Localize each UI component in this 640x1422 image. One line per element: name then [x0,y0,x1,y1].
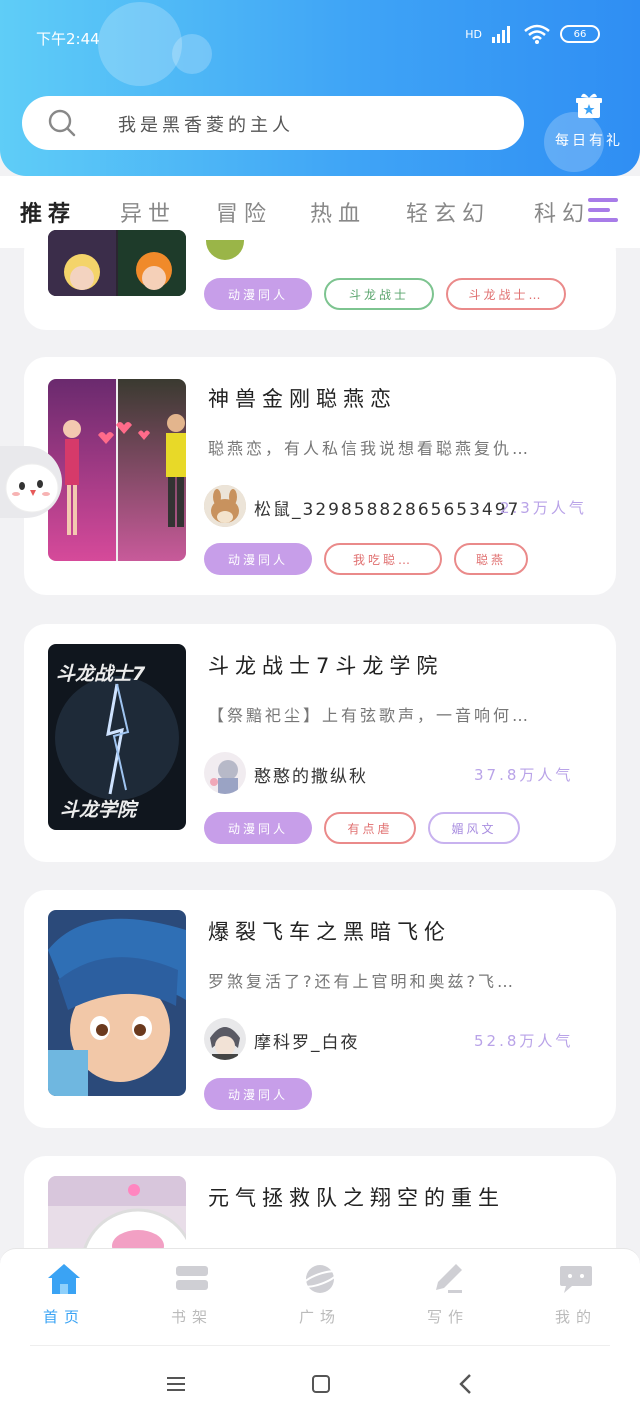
search-bar[interactable]: 我是黑香菱的主人 [22,96,524,150]
nav-label: 广场 [298,1308,341,1326]
cover-title-top: 斗龙战士7 [56,663,146,685]
story-card[interactable]: 动漫同人 斗龙战士 斗龙战士… [24,230,616,330]
tab-otherworld[interactable]: 异世 [120,196,176,228]
tag[interactable]: 我吃聪… [324,543,442,575]
status-time: 下午2:44 [36,30,100,48]
story-title: 爆裂飞车之黑暗飞伦 [208,920,451,944]
author-avatar [204,485,246,527]
daily-gift-button[interactable]: 每日有礼 [544,92,634,150]
tab-scifi[interactable]: 科幻 [534,196,590,228]
story-card[interactable]: 爆裂飞车之黑暗飞伦 罗煞复活了?还有上官明和奥兹?飞… 摩科罗_白夜 52.8万… [24,890,616,1128]
author-name: 憨憨的撒纵秋 [254,767,368,787]
story-cover [48,379,186,561]
story-cover [48,910,186,1096]
popularity: 52.8万人气 [474,1032,574,1050]
recents-icon[interactable] [166,1375,186,1393]
story-card[interactable]: 神兽金刚聪燕恋 聪燕恋，有人私信我说想看聪燕复仇… 松鼠_32985882865… [24,357,616,595]
bird-mascot-icon [5,463,59,513]
status-icons: HD 66 [465,24,600,44]
tag[interactable]: 斗龙战士 [324,278,434,310]
menu-icon[interactable] [586,196,620,224]
home-icon [48,1264,80,1294]
nav-mine[interactable]: 我的 [536,1262,616,1327]
pen-icon [436,1264,462,1293]
author-avatar [204,752,246,794]
decor-bubble [98,2,182,86]
author-avatar [204,1018,246,1060]
story-desc: 聪燕恋，有人私信我说想看聪燕复仇… [208,439,532,458]
story-desc: 【祭黯祀尘】上有弦歌声，一音响何… [208,706,532,725]
tab-light-fantasy[interactable]: 轻玄幻 [406,196,490,228]
story-card[interactable]: 斗龙战士7 斗龙学院 斗龙战士7斗龙学院 【祭黯祀尘】上有弦歌声，一音响何… 憨… [24,624,616,862]
popularity: 2.3万人气 [500,499,587,517]
story-title: 神兽金刚聪燕恋 [208,387,397,411]
header: 下午2:44 HD 66 我是黑香菱的主人 每日有礼 [0,0,640,176]
back-icon[interactable] [458,1373,474,1395]
signal-icon [492,26,510,43]
tag[interactable]: 动漫同人 [204,543,312,575]
nav-home[interactable]: 首页 [24,1262,104,1327]
tab-recommend[interactable]: 推荐 [20,196,76,228]
system-nav-bar [0,1348,640,1422]
nav-write[interactable]: 写作 [408,1262,488,1327]
story-cover: 斗龙战士7 斗龙学院 [48,644,186,830]
tag[interactable]: 有点虐 [324,812,416,844]
author-name: 松鼠_32985882865653497 [254,500,521,520]
avatar [206,240,244,260]
story-desc: 罗煞复活了?还有上官明和奥兹?飞… [208,972,516,991]
nav-square[interactable]: 广场 [280,1262,360,1327]
tab-hotblood[interactable]: 热血 [310,196,366,228]
tag[interactable]: 动漫同人 [204,278,312,310]
tag[interactable]: 斗龙战士… [446,278,566,310]
planet-icon [301,1265,339,1293]
home-system-icon[interactable] [311,1374,331,1394]
cover-title-bottom: 斗龙学院 [60,799,139,821]
popularity: 37.8万人气 [474,766,574,784]
tag[interactable]: 聪燕 [454,543,528,575]
floating-mascot-button[interactable] [0,446,62,518]
nav-label: 首页 [42,1308,85,1326]
daily-gift-label: 每日有礼 [555,133,623,149]
nav-label: 写作 [426,1308,469,1326]
nav-label: 我的 [554,1308,597,1326]
tab-adventure[interactable]: 冒险 [216,196,272,228]
story-cover [48,230,186,296]
search-placeholder: 我是黑香菱的主人 [118,115,294,136]
author-name: 摩科罗_白夜 [254,1033,360,1053]
story-title: 斗龙战士7斗龙学院 [208,654,444,678]
story-title: 元气拯救队之翔空的重生 [208,1186,505,1210]
gift-icon [576,93,602,118]
battery-level: 66 [573,28,587,40]
chat-bubble-icon [560,1266,592,1293]
network-label: HD [465,27,482,41]
wifi-icon [524,24,550,44]
nav-label: 书架 [170,1308,213,1326]
tag[interactable]: 媚风文 [428,812,520,844]
battery-icon: 66 [560,25,600,43]
decor-bubble [172,34,212,74]
nav-divider [30,1345,610,1346]
search-icon [48,109,76,137]
bookshelf-icon [176,1266,208,1290]
tag[interactable]: 动漫同人 [204,1078,312,1110]
nav-bookshelf[interactable]: 书架 [152,1262,232,1327]
tag[interactable]: 动漫同人 [204,812,312,844]
